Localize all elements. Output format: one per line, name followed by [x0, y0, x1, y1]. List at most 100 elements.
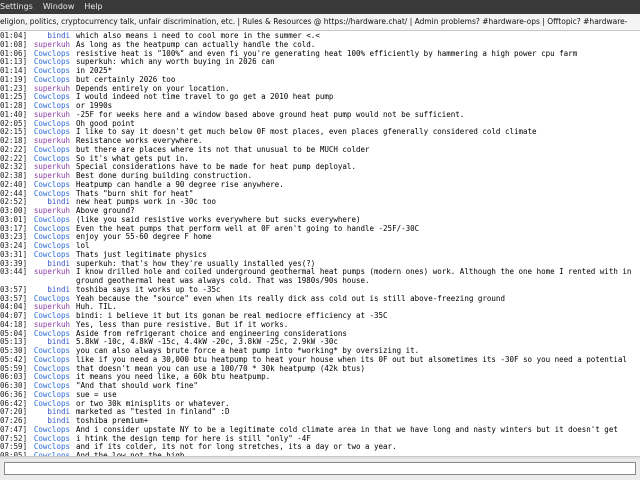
message-text: Depends entirely on your location. [76, 84, 230, 93]
message-timestamp: 01:28] [0, 102, 28, 110]
message-nick[interactable]: Cowclops [30, 242, 76, 251]
message-row: 07:26] bindi toshiba premium+ [0, 417, 640, 426]
message-text: Resistance works everywhere. [76, 137, 203, 145]
message-timestamp: 07:20] [0, 408, 28, 417]
message-nick[interactable]: Cowclops [30, 365, 76, 374]
message-text: which also means i need to cool more in … [76, 32, 320, 40]
message-nick[interactable]: Cowclops [30, 312, 76, 321]
message-nick[interactable]: bindi [30, 408, 76, 417]
message-nick[interactable]: Cowclops [30, 435, 76, 444]
message-nick[interactable]: Cowclops [30, 356, 76, 365]
message-row: 03:17] Cowclops Even the heat pumps that p… [0, 225, 640, 234]
message-row: 07:59] Cowclops and if its colder, its not… [0, 443, 640, 452]
message-nick[interactable]: Cowclops [30, 347, 76, 356]
message-nick[interactable]: Cowclops [30, 58, 76, 67]
message-timestamp: 01:14] [0, 67, 28, 75]
message-nick[interactable]: Cowclops [30, 233, 76, 242]
message-nick[interactable]: bindi [30, 260, 76, 269]
message-row: 02:44] Cowclops Thats "burn shit for heat" [0, 190, 640, 199]
message-timestamp: 01:19] [0, 75, 28, 84]
message-text: Best done during building construction. [76, 172, 253, 180]
message-text: you can also always brute force a heat p… [76, 347, 420, 355]
message-text: And i consider upstate NY to be a legiti… [76, 425, 618, 435]
message-nick[interactable]: Cowclops [30, 426, 76, 435]
message-nick[interactable]: superkuh [30, 85, 76, 94]
message-nick[interactable]: Cowclops [30, 295, 76, 304]
message-nick[interactable]: Cowclops [30, 391, 76, 400]
message-nick[interactable]: bindi [30, 338, 76, 347]
message-timestamp: 02:38] [0, 172, 28, 180]
message-text: lol [76, 242, 90, 250]
message-text: Above ground? [76, 207, 135, 215]
message-nick[interactable]: bindi [30, 198, 76, 207]
message-nick[interactable]: Cowclops [30, 190, 76, 199]
message-input[interactable] [4, 462, 636, 475]
message-nick[interactable]: Cowclops [30, 181, 76, 190]
message-timestamp: 04:04] [0, 303, 28, 312]
message-text: that doesn't mean you can use a 100/70 *… [76, 364, 365, 373]
message-nick[interactable]: Cowclops [30, 251, 76, 260]
menu-window[interactable]: Window [38, 0, 80, 14]
message-nick[interactable]: Cowclops [30, 443, 76, 452]
message-row: 03:24] Cowclops lol [0, 242, 640, 251]
message-row: 02:40] Cowclops Heatpump can handle a 90 d… [0, 181, 640, 190]
menu-help[interactable]: Help [79, 0, 107, 14]
message-text: toshiba says it works up to -35c [76, 285, 221, 294]
message-nick[interactable]: Cowclops [30, 225, 76, 234]
message-nick[interactable]: superkuh [30, 207, 76, 216]
message-timestamp: 07:47] [0, 425, 28, 434]
message-nick[interactable]: superkuh [30, 321, 76, 330]
message-text: superkuh: which any worth buying in 2026… [76, 58, 275, 67]
message-row: 06:03] Cowclops it means you need like, a … [0, 373, 640, 382]
message-timestamp: 05:13] [0, 338, 28, 347]
message-timestamp: 04:18] [0, 320, 28, 329]
message-text: So it's what gets put in. [76, 154, 189, 163]
message-text: "And that should work fine" [76, 382, 198, 390]
message-nick[interactable]: Cowclops [30, 76, 76, 85]
message-nick[interactable]: Cowclops [30, 330, 76, 339]
message-nick[interactable]: Cowclops [30, 373, 76, 382]
message-timestamp: 02:15] [0, 128, 28, 137]
message-nick[interactable]: bindi [30, 32, 76, 41]
message-text: Yeah because the "source" even when its … [76, 294, 505, 303]
message-nick[interactable]: bindi [30, 286, 76, 295]
message-nick[interactable]: Cowclops [30, 128, 76, 137]
message-nick[interactable]: Cowclops [30, 67, 76, 76]
message-timestamp: 03:57] [0, 294, 28, 303]
message-nick[interactable]: superkuh [30, 111, 76, 120]
message-nick[interactable]: bindi [30, 417, 76, 426]
message-nick[interactable]: Cowclops [30, 400, 76, 409]
message-nick[interactable]: Cowclops [30, 146, 76, 155]
message-nick[interactable]: superkuh [30, 41, 76, 50]
message-timestamp: 03:01] [0, 215, 28, 224]
message-timestamp: 03:17] [0, 224, 28, 233]
message-nick[interactable]: Cowclops [30, 216, 76, 225]
message-row: 03:23] Cowclops enjoy your 55-60 degree F … [0, 233, 640, 242]
message-nick[interactable]: superkuh [30, 268, 76, 286]
message-timestamp: 02:32] [0, 163, 28, 172]
menu-settings[interactable]: Settings [0, 0, 38, 14]
message-nick[interactable]: Cowclops [30, 382, 76, 391]
message-row: 04:04] superkuh Huh. TIL. [0, 303, 640, 312]
message-nick[interactable]: superkuh [30, 163, 76, 172]
message-nick[interactable]: Cowclops [30, 120, 76, 129]
chat-log[interactable]: 01:04] bindi which also means i need to co… [0, 32, 640, 456]
message-row: 01:06] Cowclops resistive heat is "100%" a… [0, 50, 640, 59]
message-row: 05:59] Cowclops that doesn't mean you can … [0, 365, 640, 374]
message-text: enjoy your 55-60 degree F home [76, 233, 212, 242]
message-text: toshiba premium+ [76, 417, 149, 425]
message-text: (like you said resistive works everywher… [76, 215, 361, 224]
message-nick[interactable]: Cowclops [30, 93, 76, 102]
message-text: Aside from refrigerant choice and engine… [76, 329, 347, 338]
message-text: in 2025* [76, 67, 113, 75]
message-nick[interactable]: superkuh [30, 303, 76, 312]
message-text: marketed as "tested in finland" :D [76, 408, 230, 417]
message-nick[interactable]: Cowclops [30, 155, 76, 164]
message-row: 02:18] superkuh Resistance works everywher… [0, 137, 640, 146]
message-nick[interactable]: superkuh [30, 172, 76, 181]
message-nick[interactable]: superkuh [30, 137, 76, 146]
message-row: 02:15] Cowclops I like to say it doesn't g… [0, 128, 640, 137]
message-row: 03:31] Cowclops Thats just legitimate phys… [0, 251, 640, 260]
message-nick[interactable]: Cowclops [30, 50, 76, 59]
message-nick[interactable]: Cowclops [30, 102, 76, 111]
